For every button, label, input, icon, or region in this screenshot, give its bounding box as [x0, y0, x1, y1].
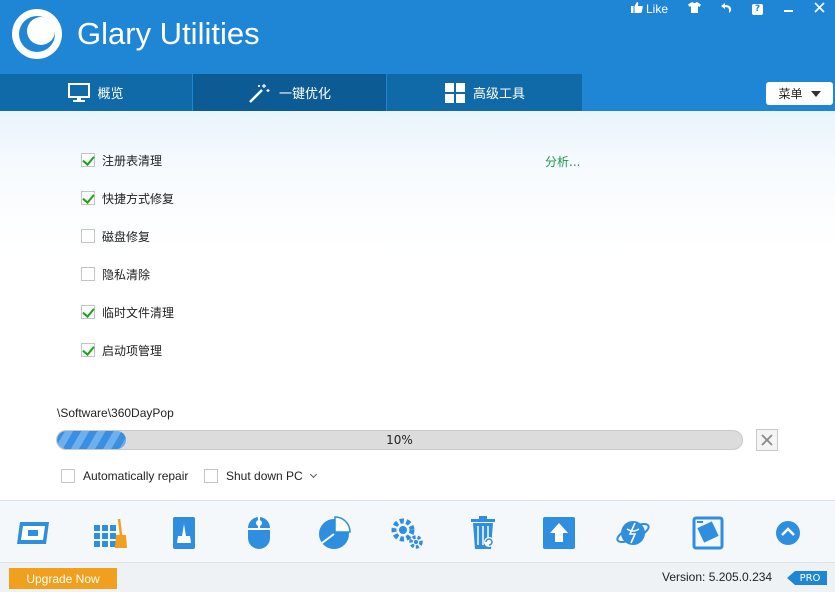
analyze-link[interactable]: 分析... [545, 153, 580, 170]
file-tools-icon[interactable] [690, 515, 726, 551]
option-label: 注册表清理 [102, 153, 163, 168]
recycle-bin-icon[interactable] [465, 515, 501, 551]
main-panel: 注册表清理 快捷方式修复 磁盘修复 隐私清除 临时文件清理 启动项管理 分析..… [0, 111, 835, 500]
option-startup-manager[interactable]: 启动项管理 [81, 342, 162, 358]
auto-repair-option[interactable]: Automatically repair [61, 468, 188, 484]
menu-label: 菜单 [778, 87, 803, 101]
option-privacy-cleaner[interactable]: 隐私清除 [81, 266, 150, 282]
tab-label: 一键优化 [278, 87, 331, 102]
tab-one-click-optimize[interactable]: 一键优化 [193, 74, 386, 111]
scan-progress-bar: 10% [56, 430, 743, 450]
checkbox[interactable] [81, 229, 95, 243]
minimize-button[interactable] [783, 2, 794, 16]
bottom-toolbar [0, 500, 835, 562]
progress-text: 10% [386, 433, 413, 447]
option-label: 启动项管理 [102, 343, 163, 358]
option-label: 磁盘修复 [102, 229, 151, 244]
glary-logo-icon [12, 9, 62, 59]
app-title: Glary Utilities [77, 16, 260, 51]
option-label: 隐私清除 [102, 267, 151, 282]
pie-chart-icon[interactable] [316, 515, 352, 551]
upgrade-now-button[interactable]: Upgrade Now [9, 568, 117, 589]
checkbox[interactable] [81, 343, 95, 357]
option-label: 临时文件清理 [102, 305, 175, 320]
checkbox[interactable] [81, 153, 95, 167]
checkbox[interactable] [204, 469, 218, 483]
menu-button[interactable]: 菜单 [766, 82, 833, 105]
status-bar: Upgrade Now Version: 5.205.0.234 PRO [0, 562, 835, 592]
checkbox[interactable] [81, 191, 95, 205]
tab-label: 高级工具 [472, 87, 525, 102]
shutdown-label: Shut down PC [226, 469, 303, 483]
checkbox[interactable] [81, 305, 95, 319]
gears-icon[interactable] [389, 515, 425, 551]
mouse-icon[interactable] [241, 515, 277, 551]
tshirt-icon [688, 2, 701, 16]
like-label: Like [645, 2, 668, 16]
tab-overview[interactable]: 概览 [0, 74, 192, 111]
pro-badge: PRO [787, 571, 827, 585]
shutdown-option[interactable]: Shut down PC [204, 468, 317, 484]
disk-repair-icon[interactable] [166, 515, 202, 551]
help-button[interactable]: ? [752, 3, 763, 15]
option-label: 快捷方式修复 [102, 191, 175, 206]
grid-icon [444, 82, 465, 103]
thumbs-up-icon [630, 2, 643, 16]
option-temp-files-cleaner[interactable]: 临时文件清理 [81, 304, 174, 320]
upload-arrow-icon[interactable] [541, 515, 577, 551]
skin-button[interactable] [688, 2, 701, 16]
back-button[interactable] [721, 2, 732, 16]
chevron-down-icon[interactable] [309, 470, 317, 479]
option-disk-repair[interactable]: 磁盘修复 [81, 228, 150, 244]
help-icon: ? [752, 3, 763, 15]
pro-badge-label: PRO [799, 572, 821, 584]
like-button[interactable]: Like [630, 2, 668, 16]
tab-label: 概览 [97, 87, 124, 102]
close-icon [761, 434, 773, 446]
tab-advanced-tools[interactable]: 高级工具 [387, 74, 582, 111]
checkbox[interactable] [61, 469, 75, 483]
planet-icon[interactable] [615, 515, 651, 551]
title-bar: Glary Utilities Like ? [0, 0, 835, 74]
registry-cleaner-icon[interactable] [92, 515, 128, 551]
main-tabs: 概览 一键优化 高级工具 [0, 74, 835, 111]
magic-wand-icon [249, 83, 270, 103]
close-icon [814, 2, 825, 16]
checkbox[interactable] [81, 267, 95, 281]
cancel-scan-button[interactable] [756, 429, 778, 451]
chevron-down-icon [810, 90, 821, 97]
window-controls: Like ? [611, 0, 825, 18]
version-text: Version: 5.205.0.234 [662, 570, 773, 584]
option-shortcut-fixer[interactable]: 快捷方式修复 [81, 190, 174, 206]
option-registry-cleaner[interactable]: 注册表清理 [81, 152, 162, 168]
close-button[interactable] [814, 2, 825, 16]
auto-repair-label: Automatically repair [83, 469, 189, 483]
chevron-up-icon[interactable] [770, 515, 806, 551]
minimize-icon [783, 2, 794, 16]
scan-current-path: \Software\360DayPop [57, 406, 174, 420]
undo-arrow-icon [721, 2, 732, 16]
monitor-icon [68, 82, 91, 102]
disk-cleaner-icon[interactable] [16, 515, 52, 551]
